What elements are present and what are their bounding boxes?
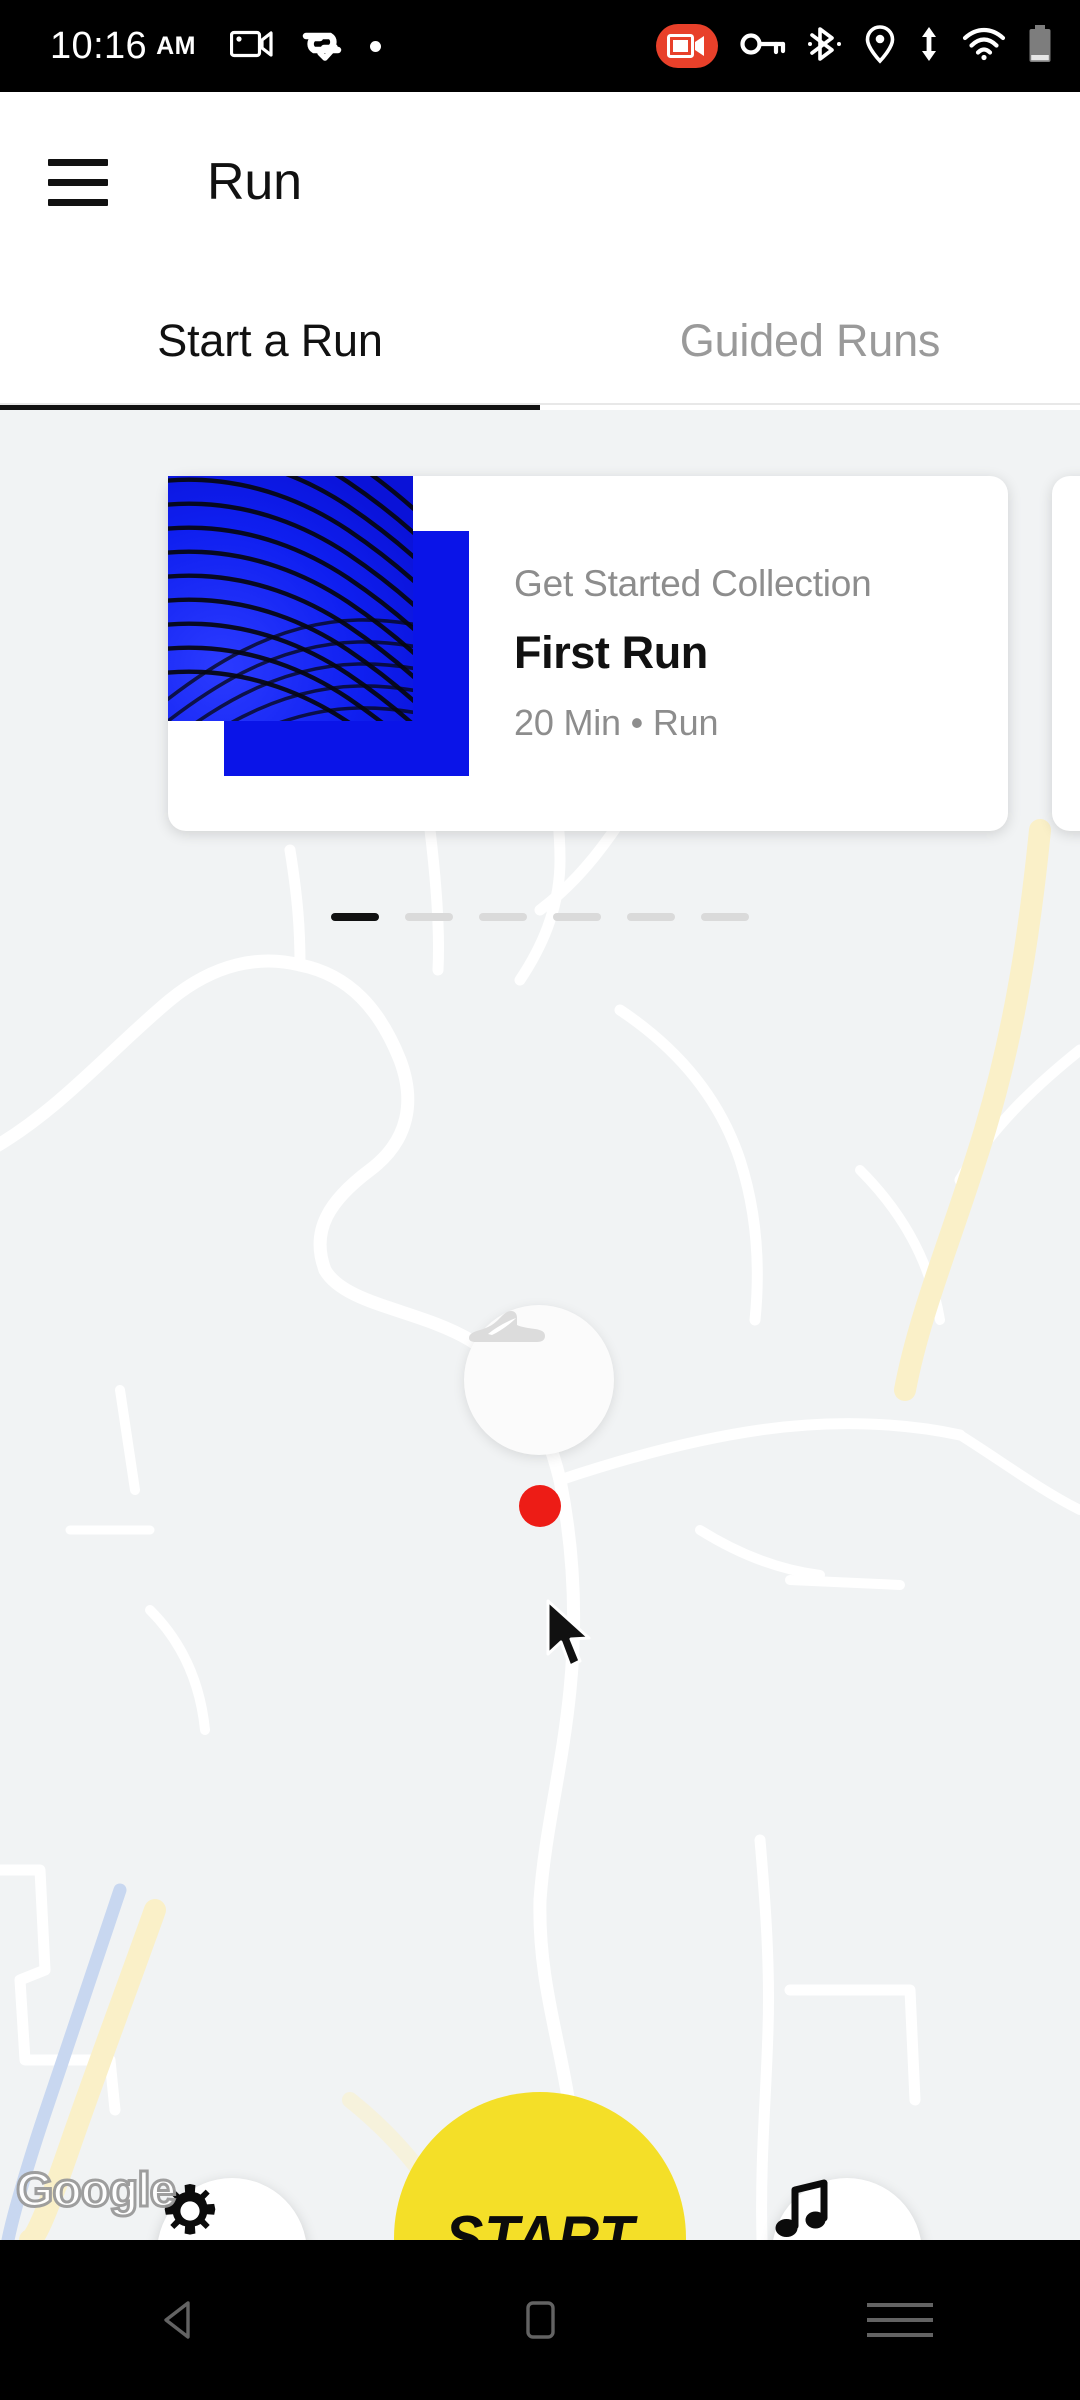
carousel-dot-3[interactable] — [479, 913, 527, 921]
app-bar: Run — [0, 92, 1080, 272]
run-card-title: First Run — [514, 627, 708, 678]
mouse-pointer-icon — [544, 1598, 600, 1674]
screen-recording-active-badge — [656, 24, 718, 68]
nike-shoe-icon — [469, 1311, 545, 1342]
tab-bar: Start a Run Guided Runs — [0, 272, 1080, 410]
page-title: Run — [207, 153, 302, 211]
music-note-icon — [775, 2179, 828, 2237]
start-run-label: START — [445, 2203, 635, 2241]
nav-recents-button[interactable] — [830, 2250, 970, 2390]
status-bar-right-icons — [656, 24, 1052, 69]
nike-shoe-marker[interactable] — [464, 1305, 614, 1455]
status-bar-ampm: AM — [156, 31, 196, 60]
run-card-thumbnail — [168, 476, 469, 776]
status-bar-clock: 10:16 — [50, 24, 148, 67]
tab-start-a-run-label: Start a Run — [157, 315, 383, 366]
nav-back-button[interactable] — [110, 2250, 250, 2390]
hamburger-menu-icon[interactable] — [30, 134, 126, 230]
run-card-collection: Get Started Collection — [514, 563, 872, 604]
carousel-dot-4[interactable] — [553, 913, 601, 921]
tab-bar-divider — [0, 403, 1080, 405]
run-card-meta: 20 Min • Run — [514, 702, 719, 743]
wifi-icon — [962, 27, 1006, 66]
notification-dot-icon — [369, 40, 381, 52]
run-card-first-run[interactable]: Get Started Collection First Run 20 Min … — [168, 476, 1008, 831]
status-bar: 10:16 AM — [0, 0, 1080, 92]
tab-start-a-run[interactable]: Start a Run — [0, 272, 540, 410]
carousel-dot-1[interactable] — [331, 913, 379, 921]
carousel-dot-5[interactable] — [627, 913, 675, 921]
location-pin-icon — [864, 24, 896, 69]
screen-record-icon — [229, 28, 274, 65]
current-location-dot — [519, 1485, 561, 1527]
android-nav-bar — [0, 2240, 1080, 2400]
vpn-key-icon — [740, 30, 786, 63]
nav-home-button[interactable] — [470, 2250, 610, 2390]
carousel-pagination — [0, 913, 1080, 921]
recents-lines-icon — [867, 2303, 933, 2337]
status-bar-left-icons — [229, 25, 381, 68]
tab-guided-runs[interactable]: Guided Runs — [540, 272, 1080, 410]
bluetooth-icon — [808, 25, 842, 68]
run-card-next-peek[interactable] — [1052, 476, 1080, 831]
app-screen: 10:16 AM Run Start a Run Guided Runs Get… — [0, 0, 1080, 2400]
run-card-body: Get Started Collection First Run 20 Min … — [514, 563, 872, 744]
battery-icon — [1028, 24, 1052, 69]
map-view[interactable]: Get Started Collection First Run 20 Min … — [0, 410, 1080, 2240]
home-square-icon — [526, 2301, 555, 2339]
run-card-carousel[interactable]: Get Started Collection First Run 20 Min … — [0, 476, 1080, 836]
google-map-watermark: Google — [14, 2163, 177, 2219]
vpn-sync-icon — [300, 25, 344, 68]
tab-guided-runs-label: Guided Runs — [679, 315, 941, 366]
back-triangle-icon — [164, 2301, 190, 2339]
data-transfer-icon — [918, 25, 940, 68]
carousel-dot-2[interactable] — [405, 913, 453, 921]
carousel-dot-6[interactable] — [701, 913, 749, 921]
